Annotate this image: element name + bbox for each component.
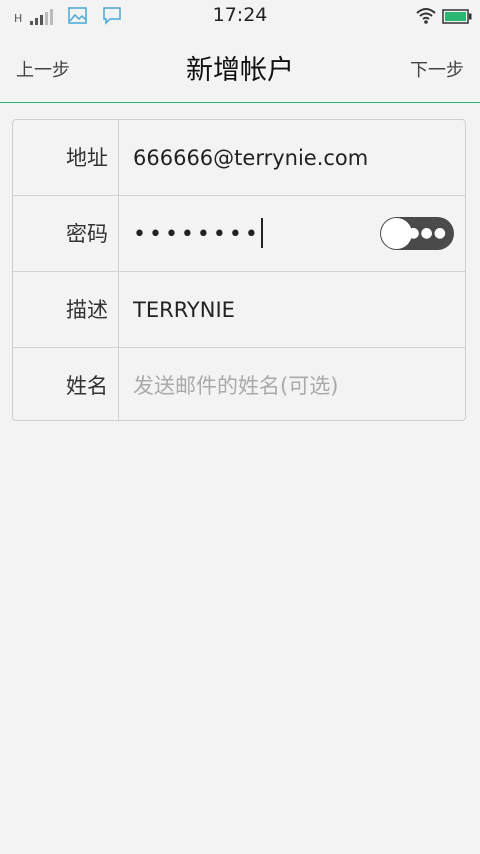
- address-label: 地址: [13, 120, 119, 195]
- text-cursor: [260, 218, 263, 248]
- name-input[interactable]: 发送邮件的姓名(可选): [133, 348, 338, 422]
- password-label: 密码: [13, 196, 119, 271]
- description-input[interactable]: TERRYNIE: [133, 272, 235, 347]
- name-row: 姓名 发送邮件的姓名(可选): [13, 348, 465, 422]
- description-row: 描述 TERRYNIE: [13, 272, 465, 348]
- password-row: 密码 •••••••• ●●●: [13, 196, 465, 272]
- address-row: 地址 666666@terrynie.com: [13, 120, 465, 196]
- password-input[interactable]: ••••••••: [133, 196, 263, 271]
- description-label: 描述: [13, 272, 119, 347]
- address-input[interactable]: 666666@terrynie.com: [133, 120, 368, 195]
- battery-icon: [442, 9, 472, 24]
- status-time: 17:24: [212, 4, 268, 26]
- status-bar: H 17:24: [0, 0, 480, 34]
- password-dots-icon: ●●●: [407, 225, 447, 241]
- wifi-icon: [416, 8, 436, 24]
- password-masked-value: ••••••••: [133, 222, 261, 247]
- title-bar: 上一步 新增帐户 下一步: [0, 34, 480, 103]
- next-step-button[interactable]: 下一步: [410, 56, 464, 82]
- account-form: 地址 666666@terrynie.com 密码 •••••••• ●●● 描…: [12, 119, 466, 422]
- name-label: 姓名: [13, 348, 119, 422]
- show-password-toggle[interactable]: ●●●: [380, 217, 454, 250]
- page-title: 新增帐户: [186, 55, 294, 86]
